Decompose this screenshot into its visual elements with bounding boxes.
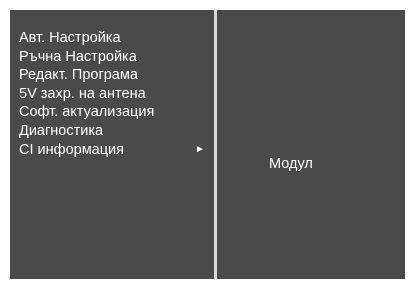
menu-item-label: Авт. Настройка: [19, 30, 121, 46]
menu-item-manual-tuning[interactable]: Ръчна Настройка: [19, 48, 209, 67]
menu-item-program-edit[interactable]: Редакт. Програма: [19, 66, 209, 85]
menu-item-label: Диагностика: [19, 122, 104, 139]
menu-item-label: CI информация: [19, 141, 124, 158]
menu-item-auto-tuning[interactable]: Авт. Настройка: [19, 29, 209, 48]
menu-item-diagnostics[interactable]: Диагностика: [19, 122, 209, 141]
submenu-item-module[interactable]: Модул: [269, 155, 313, 174]
submenu-column: Модул: [217, 10, 405, 279]
menu-item-label: Редакт. Програма: [19, 67, 138, 84]
main-menu-column: Авт. Настройка Ръчна Настройка Редакт. П…: [10, 10, 214, 279]
menu-item-label: Софт. актуализация: [19, 104, 155, 121]
setup-menu-panel: Авт. Настройка Ръчна Настройка Редакт. П…: [10, 10, 405, 279]
menu-item-software-update[interactable]: Софт. актуализация: [19, 103, 209, 122]
setup-menu-list: Авт. Настройка Ръчна Настройка Редакт. П…: [19, 29, 209, 159]
right-triangle-icon: ►: [195, 143, 205, 155]
menu-item-ci-information[interactable]: CI информация ►: [19, 141, 209, 160]
menu-item-label: 5V захр. на антена: [19, 85, 146, 102]
menu-item-label: Ръчна Настройка: [19, 48, 137, 65]
submenu-item-label: Модул: [269, 156, 313, 172]
menu-item-antenna-power[interactable]: 5V захр. на антена: [19, 85, 209, 104]
